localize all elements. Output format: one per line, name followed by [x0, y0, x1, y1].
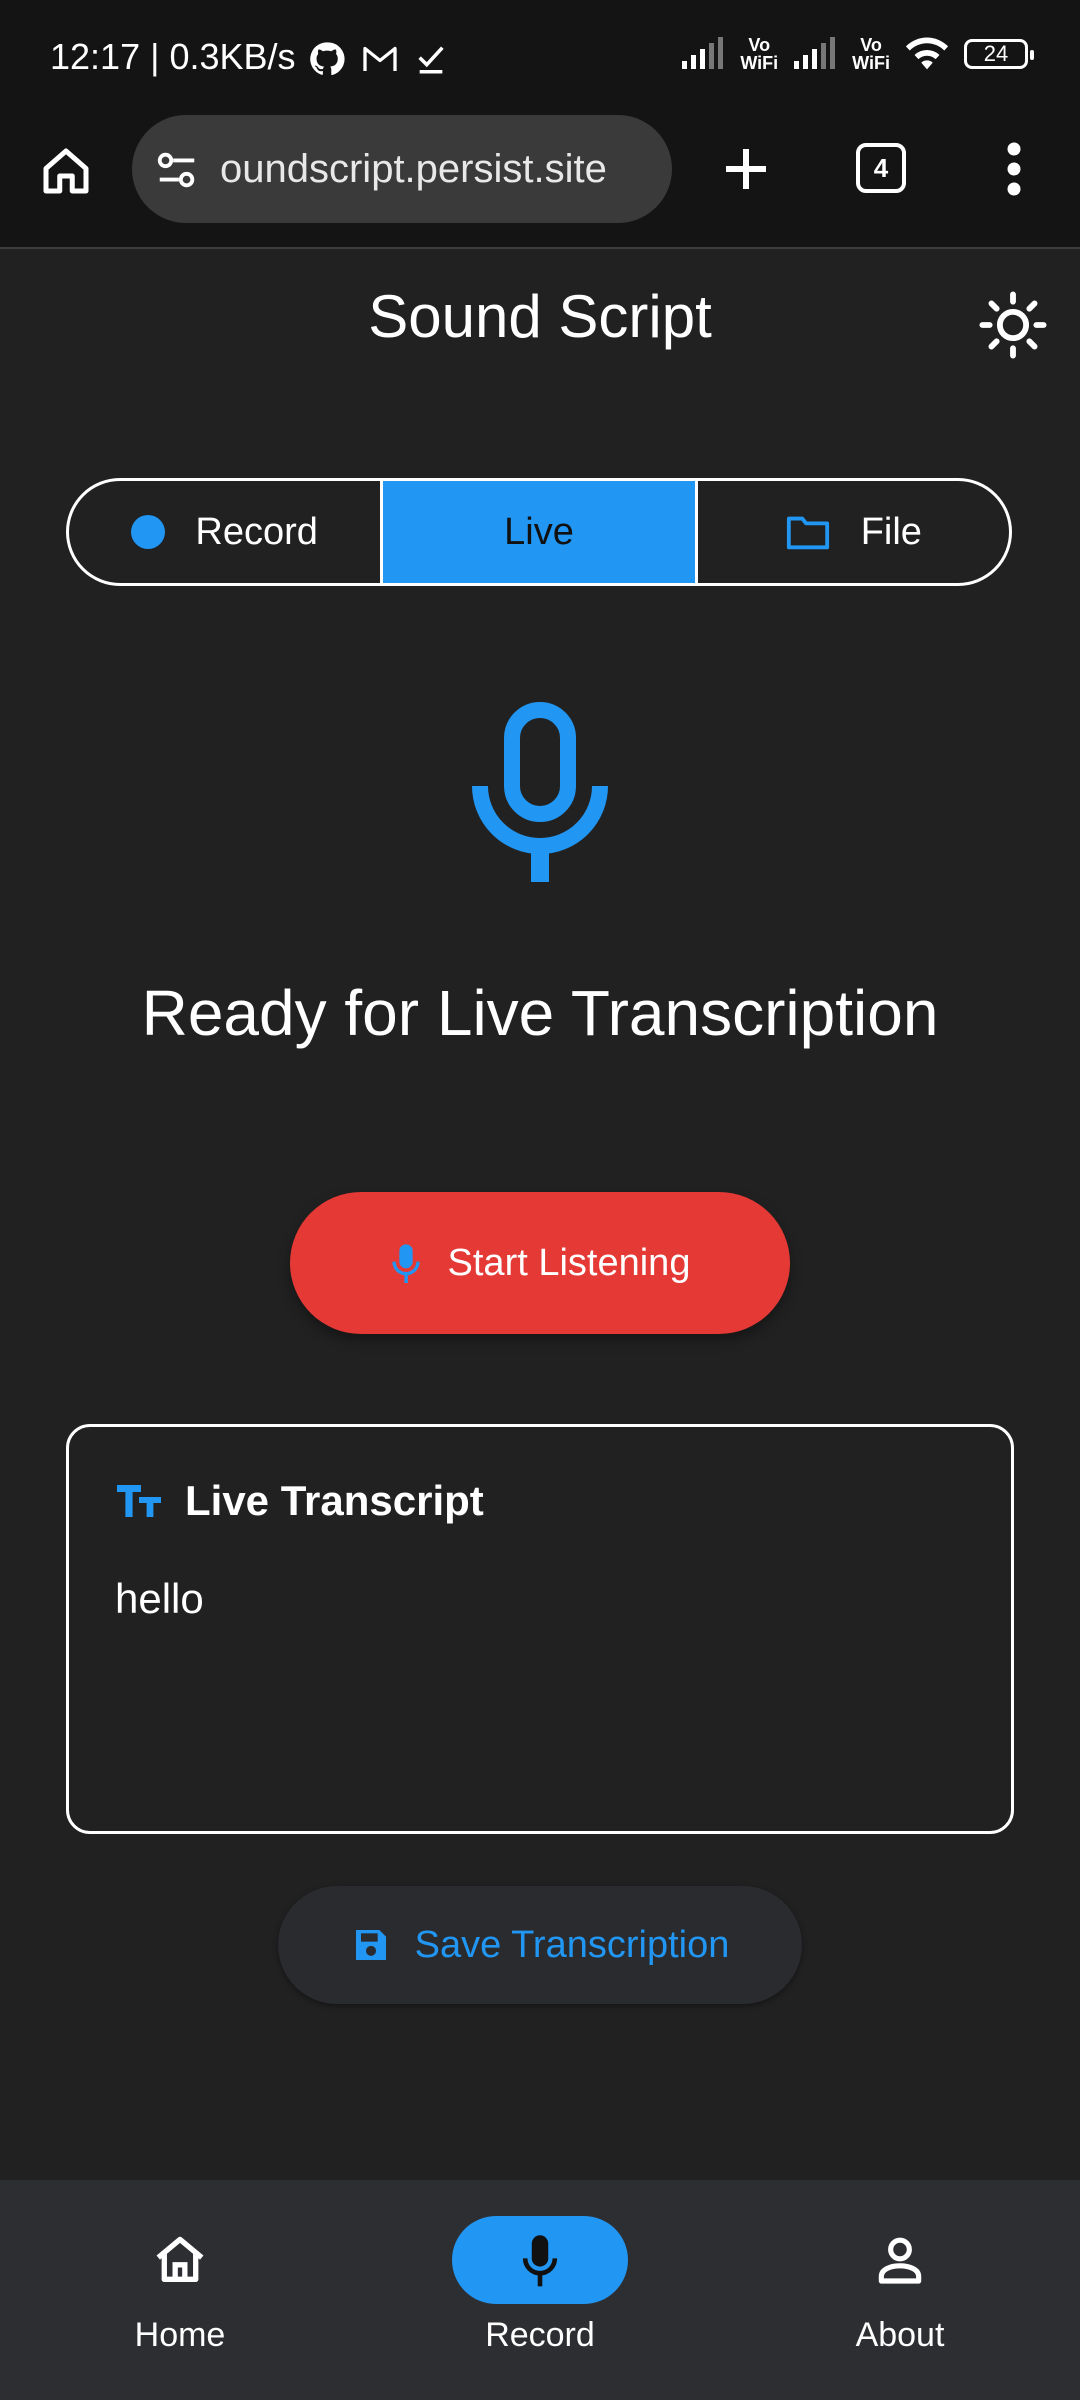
url-bar[interactable]: oundscript.persist.site: [132, 115, 672, 223]
wifi-icon: [905, 37, 949, 70]
mic-icon: [522, 2235, 558, 2287]
tab-count: 4: [873, 152, 889, 183]
tab-file[interactable]: File: [694, 481, 1009, 583]
tab-record-label: Record: [195, 510, 318, 553]
nav-home-label: Home: [134, 2316, 226, 2354]
nav-home-icon-wrap: [92, 2216, 268, 2304]
microphone-icon: [472, 702, 608, 882]
mail-icon: [363, 46, 397, 71]
more-menu-icon[interactable]: [1000, 139, 1028, 199]
vowifi-label-1: Vo WiFi: [740, 35, 779, 73]
tab-live[interactable]: Live: [380, 481, 695, 583]
save-icon: [355, 1930, 386, 1960]
home-icon: [156, 2236, 204, 2282]
start-listening-label: Start Listening: [447, 1241, 691, 1284]
transcript-header: Live Transcript: [115, 1477, 484, 1525]
save-transcription-button[interactable]: Save Transcription: [278, 1886, 802, 2004]
checkmark-icon: [418, 46, 444, 74]
record-dot-icon: [131, 515, 166, 549]
github-icon: [310, 42, 345, 76]
signal-icon: [682, 37, 724, 69]
tab-record[interactable]: Record: [69, 481, 380, 583]
nav-item-record[interactable]: Record: [410, 2216, 670, 2355]
nav-about-label: About: [855, 2316, 945, 2354]
home-icon[interactable]: [36, 141, 96, 201]
nav-item-about[interactable]: About: [770, 2216, 1030, 2355]
tab-live-label: Live: [504, 510, 574, 553]
tab-file-label: File: [860, 510, 922, 553]
transcript-heading: Live Transcript: [185, 1477, 484, 1524]
status-bar: 12:17 | 0.3KB/s Vo WiFi Vo WiFi 24: [0, 0, 1080, 115]
person-icon: [878, 2237, 922, 2284]
tab-switcher-button[interactable]: 4: [856, 143, 906, 193]
system-icons: Vo WiFi Vo WiFi 24: [680, 35, 1034, 73]
nav-about-icon-wrap: [812, 2216, 988, 2304]
notification-icons: [308, 40, 448, 78]
save-transcription-label: Save Transcription: [414, 1923, 730, 1966]
battery-icon: 24: [964, 39, 1034, 69]
nav-item-home[interactable]: Home: [50, 2216, 310, 2355]
mode-selector: Record Live File: [66, 478, 1012, 586]
status-message: Ready for Live Transcription: [141, 977, 939, 1049]
text-fields-icon: [117, 1485, 161, 1517]
url-text[interactable]: oundscript.persist.site: [220, 147, 660, 192]
app-title: Sound Script: [368, 283, 712, 350]
site-settings-icon[interactable]: [154, 147, 200, 193]
theme-toggle-icon[interactable]: [978, 290, 1048, 360]
nav-record-icon-wrap: [452, 2216, 628, 2304]
status-time-speed: 12:17 | 0.3KB/s: [50, 36, 296, 77]
nav-record-label: Record: [485, 2316, 595, 2354]
vowifi-label-2: Vo WiFi: [852, 35, 890, 73]
bottom-navigation: Home Record About: [0, 2180, 1080, 2400]
transcript-text: hello: [115, 1575, 204, 1622]
folder-icon: [786, 516, 829, 550]
new-tab-icon[interactable]: [716, 139, 776, 199]
browser-toolbar: oundscript.persist.site 4: [0, 115, 1080, 249]
battery-level: 24: [983, 41, 1009, 66]
mic-icon: [391, 1244, 420, 1283]
start-listening-button[interactable]: Start Listening: [290, 1192, 790, 1334]
signal-icon-2: [794, 37, 836, 69]
transcript-card: Live Transcript hello: [66, 1424, 1014, 1834]
